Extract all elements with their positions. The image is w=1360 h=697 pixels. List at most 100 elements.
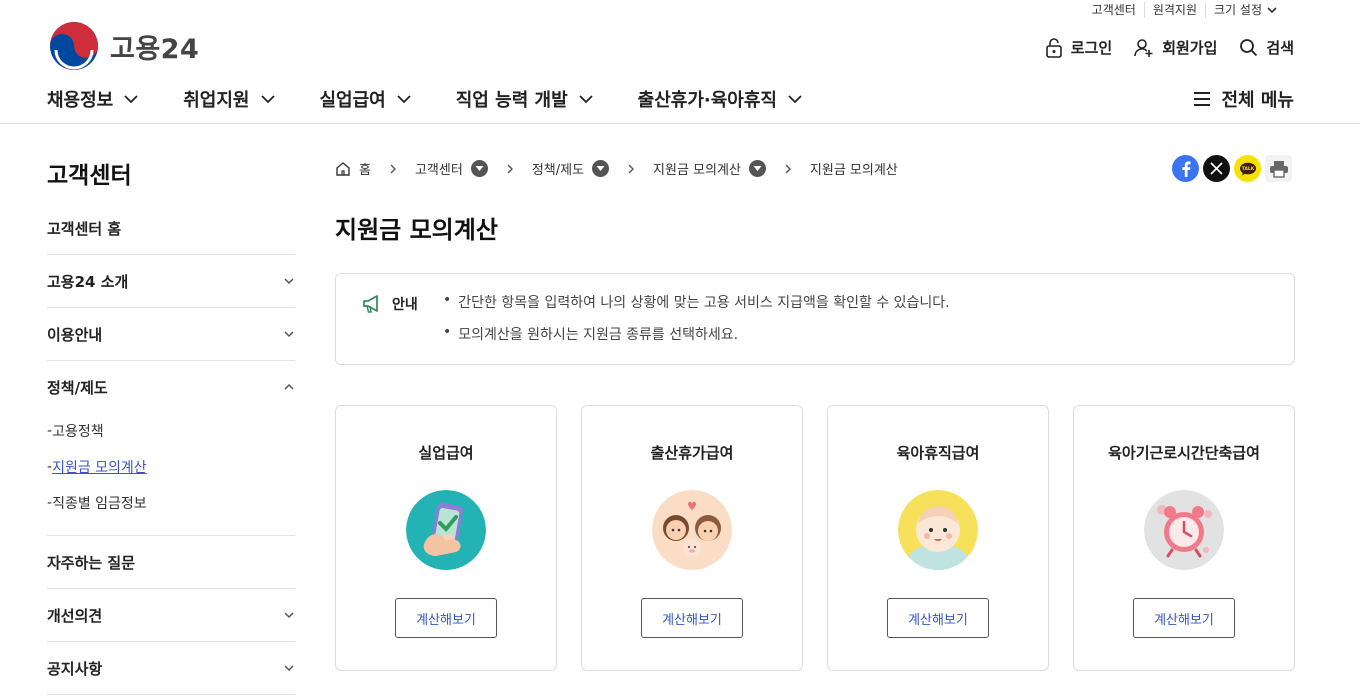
util-link-customer-center[interactable]: 고객센터 xyxy=(1084,2,1144,18)
gnb-item-label: 채용정보 xyxy=(47,90,114,111)
breadcrumb-item-policy[interactable]: 정책/제도 xyxy=(531,159,610,178)
chevron-right-icon xyxy=(627,163,635,175)
login-label: 로그인 xyxy=(1070,39,1113,57)
sidebar-item-customer-home[interactable]: 고객센터 홈 xyxy=(47,202,295,255)
font-size-setting-label: 크기 설정 xyxy=(1214,3,1262,17)
printer-icon xyxy=(1269,160,1288,178)
login-link[interactable]: 로그인 xyxy=(1045,37,1112,58)
calculate-button[interactable]: 계산해보기 xyxy=(395,598,497,638)
breadcrumb-label: 고객센터 xyxy=(414,163,463,178)
sidebar-item-label: 자주하는 질문 xyxy=(47,553,136,572)
join-label: 회원가입 xyxy=(1162,39,1218,57)
chevron-down-icon xyxy=(284,665,294,672)
card-unemployment-benefit: 실업급여 계산해보기 xyxy=(335,405,557,671)
notice-label: 안내 xyxy=(392,297,418,313)
chevron-down-icon xyxy=(1267,7,1277,14)
caret-down-icon[interactable] xyxy=(470,160,488,177)
facebook-icon xyxy=(1181,161,1190,177)
join-link[interactable]: 회원가입 xyxy=(1134,37,1217,58)
calculate-button[interactable]: 계산해보기 xyxy=(1133,598,1235,638)
card-maternity-leave-benefit: 출산휴가급여 계산해보기 xyxy=(581,405,803,671)
member-links: 로그인 회원가입 검색 xyxy=(1045,37,1294,58)
card-title: 실업급여 xyxy=(418,444,474,462)
gnb-item-unemployment-benefit[interactable]: 실업급여 xyxy=(320,86,412,112)
calculate-button[interactable]: 계산해보기 xyxy=(641,598,743,638)
caret-down-icon[interactable] xyxy=(748,160,766,177)
sidebar-item-label: 고객센터 홈 xyxy=(47,219,122,238)
breadcrumb-label: 정책/제도 xyxy=(531,163,585,178)
sidebar-item-faq[interactable]: 자주하는 질문 xyxy=(47,536,295,589)
breadcrumb-home[interactable]: 홈 xyxy=(335,159,371,178)
calculate-button[interactable]: 계산해보기 xyxy=(887,598,989,638)
gnb-item-label: 취업지원 xyxy=(183,90,250,111)
sidebar-item-about[interactable]: 고용24 소개 xyxy=(47,255,295,308)
sidebar-item-label: 고용24 소개 xyxy=(47,272,129,291)
baby-illustration xyxy=(898,490,978,570)
sidebar-subitem-label: 지원금 모의계산 xyxy=(52,460,147,476)
user-plus-icon xyxy=(1134,38,1153,57)
page-title: 지원금 모의계산 xyxy=(335,216,498,244)
util-link-remote-support[interactable]: 원격지원 xyxy=(1143,2,1205,18)
sidebar-subitem-label: 고용정책 xyxy=(52,424,104,440)
breadcrumb-item-subsidy-calc[interactable]: 지원금 모의계산 xyxy=(653,159,766,178)
breadcrumb-home-label: 홈 xyxy=(359,163,371,178)
caret-down-icon[interactable] xyxy=(592,160,610,177)
utility-bar: 고객센터 원격지원 크기 설정 xyxy=(1084,2,1286,18)
all-menu-label: 전체 메뉴 xyxy=(1221,90,1294,111)
search-link[interactable]: 검색 xyxy=(1239,37,1294,58)
global-nav: 채용정보 취업지원 실업급여 직업 능력 개발 출산휴가·육아휴직 xyxy=(47,86,847,112)
breadcrumb: 홈 고객센터 정책/제도 지원금 모의계산 지원금 모의계산 xyxy=(335,159,898,178)
print-button[interactable] xyxy=(1265,155,1292,182)
kakaotalk-share-button[interactable]: TALK xyxy=(1234,155,1261,182)
notice-line: 간단한 항목을 입력하여 나의 상황에 맞는 고용 서비스 지급액을 확인할 수… xyxy=(443,292,949,324)
sidebar-subitem-subsidy-calculator[interactable]: - 지원금 모의계산 xyxy=(47,449,295,485)
breadcrumb-label: 지원금 모의계산 xyxy=(653,163,741,178)
x-share-button[interactable] xyxy=(1203,155,1230,182)
gnb-item-vocational-training[interactable]: 직업 능력 개발 xyxy=(456,86,594,112)
home-icon xyxy=(336,161,350,176)
chevron-down-icon xyxy=(124,95,138,104)
facebook-share-button[interactable] xyxy=(1172,155,1199,182)
header-divider xyxy=(0,123,1360,124)
sidebar-item-suggestions[interactable]: 개선의견 xyxy=(47,589,295,642)
site-logo[interactable]: 고용24 xyxy=(48,20,199,72)
notice-header: 안내 xyxy=(362,294,418,314)
card-title: 출산휴가급여 xyxy=(650,444,734,462)
all-menu-button[interactable]: 전체 메뉴 xyxy=(1193,86,1294,112)
sidebar-item-label: 개선의견 xyxy=(47,606,103,625)
sidebar-subitem-wage-info[interactable]: - 직종별 임금정보 xyxy=(47,485,295,521)
gnb-item-employment-support[interactable]: 취업지원 xyxy=(183,86,275,112)
hamburger-icon xyxy=(1194,92,1211,106)
chevron-down-icon xyxy=(579,95,593,104)
card-reduced-hours-benefit: 육아기근로시간단축급여 계산해보기 xyxy=(1073,405,1295,671)
kakaotalk-icon: TALK xyxy=(1239,162,1256,175)
chevron-down-icon xyxy=(397,95,411,104)
chevron-down-icon xyxy=(284,331,294,338)
sidebar-subitem-employment-policy[interactable]: - 고용정책 xyxy=(47,413,295,449)
phone-checkmark-illustration xyxy=(406,490,486,570)
search-label: 검색 xyxy=(1266,39,1294,57)
notice-list: 간단한 항목을 입력하여 나의 상황에 맞는 고용 서비스 지급액을 확인할 수… xyxy=(443,292,949,356)
share-buttons: TALK xyxy=(1172,155,1292,182)
taegeuk-logo-icon xyxy=(50,22,98,70)
megaphone-icon xyxy=(363,295,378,313)
chevron-up-icon xyxy=(284,383,294,390)
gnb-item-label: 출산휴가·육아휴직 xyxy=(637,90,777,111)
card-title: 육아기근로시간단축급여 xyxy=(1108,444,1260,462)
chevron-right-icon xyxy=(389,163,397,175)
sidebar-item-policy[interactable]: 정책/제도 xyxy=(47,361,295,413)
x-logo-icon xyxy=(1210,162,1223,175)
sidebar-item-notices[interactable]: 공지사항 xyxy=(47,642,295,695)
sidebar-nav: 고객센터 홈 고용24 소개 이용안내 정책/제도 - 고용정책 - 지원금 모의계… xyxy=(47,202,295,695)
chevron-down-icon xyxy=(260,95,275,104)
card-title: 육아휴직급여 xyxy=(896,444,980,462)
subsidy-cards: 실업급여 계산해보기 출산휴가급여 계산해보기 육아휴직급여 계산해보기 육아기… xyxy=(335,405,1295,671)
font-size-setting[interactable]: 크기 설정 xyxy=(1205,2,1286,18)
gnb-item-jobs[interactable]: 채용정보 xyxy=(47,86,139,112)
breadcrumb-item-current: 지원금 모의계산 xyxy=(810,159,898,178)
breadcrumb-item-customer-center[interactable]: 고객센터 xyxy=(415,159,488,178)
sidebar-item-guide[interactable]: 이용안내 xyxy=(47,308,295,361)
gnb-item-parental-leave[interactable]: 출산휴가·육아휴직 xyxy=(638,86,803,112)
chevron-right-icon xyxy=(506,163,514,175)
search-icon xyxy=(1240,39,1258,57)
